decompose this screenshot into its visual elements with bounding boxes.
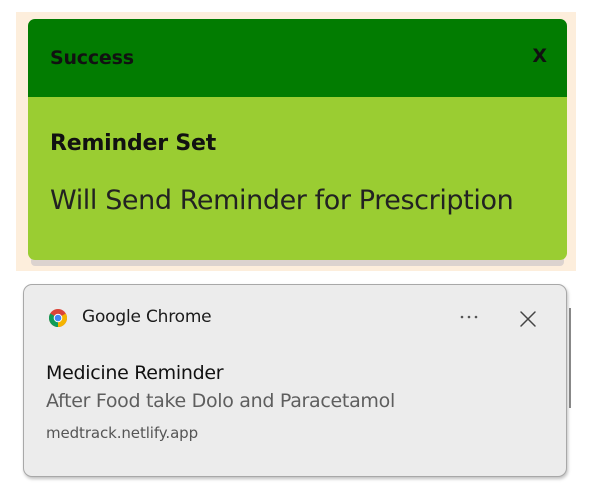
toast-header: Success X xyxy=(28,19,567,97)
chrome-notification[interactable]: Google Chrome Medicine Reminder After Fo… xyxy=(23,284,567,477)
toast-body-heading: Reminder Set xyxy=(50,131,217,156)
app-name: Google Chrome xyxy=(82,307,212,327)
success-toast: Success X Reminder Set Will Send Reminde… xyxy=(28,19,567,260)
notification-title: Medicine Reminder xyxy=(46,362,224,384)
notification-source: medtrack.netlify.app xyxy=(46,424,199,442)
toast-body-text: Will Send Reminder for Prescription xyxy=(50,185,514,216)
close-icon[interactable] xyxy=(516,307,540,331)
more-options-icon[interactable] xyxy=(454,305,484,329)
toast-title: Success xyxy=(50,47,134,69)
notification-message: After Food take Dolo and Paracetamol xyxy=(46,390,395,412)
chrome-logo-icon xyxy=(49,309,67,327)
toast-close-button[interactable]: X xyxy=(532,45,547,67)
window-edge-divider xyxy=(569,308,571,408)
toast-body: Reminder Set Will Send Reminder for Pres… xyxy=(28,97,567,260)
